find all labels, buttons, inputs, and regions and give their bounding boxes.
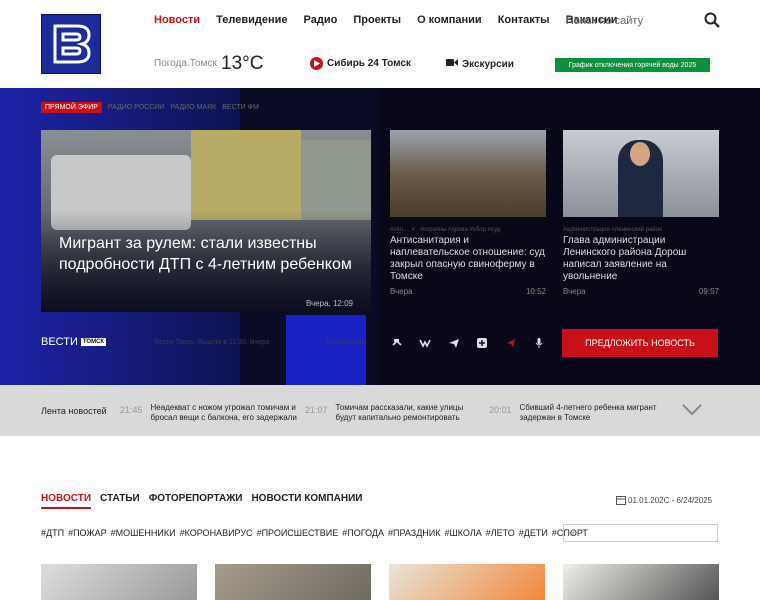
vk-icon[interactable] bbox=[419, 337, 431, 349]
ticker-item[interactable]: 20:01 Сбивший 4-летнего ребенка мигрант … bbox=[489, 403, 674, 423]
news-photo-building bbox=[301, 140, 371, 220]
hashtag-fraud[interactable]: #МОШЕННИКИ bbox=[111, 528, 176, 538]
news-date: Вчера bbox=[390, 287, 413, 296]
latest-broadcast-link[interactable]: Вести Томск. Вышли в 11:30. Вчера bbox=[154, 339, 270, 346]
vesti-label: ВЕСТИ bbox=[41, 336, 78, 348]
tab-news[interactable]: НОВОСТИ bbox=[41, 493, 92, 509]
telegram-icon[interactable] bbox=[448, 337, 460, 349]
ticker-text[interactable]: Неадекват с ножом угрожал томичам и брос… bbox=[151, 403, 300, 423]
hashtag-school[interactable]: #ШКОЛА bbox=[445, 528, 482, 538]
hashtag-holiday[interactable]: #ПРАЗДНИК bbox=[388, 528, 441, 538]
ticker-text[interactable]: Сбивший 4-летнего ребенка мигрант задерж… bbox=[520, 403, 674, 423]
news-photo-building bbox=[191, 130, 301, 220]
hero-bg-block bbox=[286, 315, 366, 385]
main-nav: Новости Телевидение Радио Проекты О комп… bbox=[154, 14, 618, 26]
hashtag-dtp[interactable]: #ДТП bbox=[41, 528, 64, 538]
tours-link[interactable]: Экскурсии bbox=[446, 58, 514, 70]
site-search-input[interactable]: Поиск по сайту bbox=[566, 15, 643, 27]
plus-icon[interactable] bbox=[476, 337, 488, 349]
live-channel-link[interactable]: Сибирь 24 Томск bbox=[310, 57, 411, 70]
news-photo bbox=[390, 130, 546, 217]
news-time: 10:52 bbox=[525, 287, 546, 296]
calendar-icon bbox=[616, 496, 626, 505]
tab-articles[interactable]: СТАТЬИ bbox=[100, 493, 140, 509]
hashtag-list: #ДТП #ПОЖАР #МОШЕННИКИ #КОРОНАВИРУС #ПРО… bbox=[41, 528, 588, 538]
live-radio-bar: ПРЯМОЙ ЭФИР РАДИО РОССИИ РАДИО МАЯК ВЕСТ… bbox=[41, 102, 259, 113]
suggest-news-button[interactable]: ПРЕДЛОЖИТЬ НОВОСТЬ bbox=[562, 329, 718, 357]
news-title[interactable]: Антисанитария и наплевательское отношени… bbox=[390, 235, 546, 283]
news-thumbnail[interactable] bbox=[389, 564, 545, 600]
news-card[interactable]: #администрация #ленинский район Глава ад… bbox=[563, 130, 719, 296]
tab-photo-reports[interactable]: ФОТОРЕПОРТАЖИ bbox=[149, 493, 243, 509]
hashtag-weather[interactable]: #ПОГОДА bbox=[342, 528, 384, 538]
video-camera-icon bbox=[446, 58, 458, 70]
news-tags: #администрация #ленинский район bbox=[563, 227, 663, 233]
vesti-logo-icon bbox=[53, 24, 91, 64]
main-news-card[interactable]: Мигрант за рулем: стали известны подробн… bbox=[41, 130, 371, 312]
weather-temperature: 13°C bbox=[221, 53, 264, 74]
tab-company-news[interactable]: НОВОСТИ КОМПАНИИ bbox=[251, 493, 362, 509]
news-thumbnail[interactable] bbox=[563, 564, 719, 600]
news-title[interactable]: Глава администрации Ленинского района До… bbox=[563, 235, 719, 283]
ticker-text[interactable]: Томичам рассказали, какие улицы будут ка… bbox=[336, 403, 480, 423]
hashtag-fire[interactable]: #ПОЖАР bbox=[68, 528, 107, 538]
news-date: Вчера bbox=[563, 287, 586, 296]
tours-label: Экскурсии bbox=[462, 58, 514, 70]
search-icon[interactable] bbox=[704, 12, 720, 28]
hot-water-schedule-button[interactable]: График отключения горячей воды 2025 bbox=[555, 58, 710, 72]
station-radio-rossii[interactable]: РАДИО РОССИИ bbox=[108, 104, 164, 111]
ticker-item[interactable]: 21:07 Томичам рассказали, какие улицы бу… bbox=[305, 403, 480, 423]
live-channel-label: Сибирь 24 Томск bbox=[327, 58, 411, 69]
main-news-title[interactable]: Мигрант за рулем: стали известны подробн… bbox=[59, 233, 359, 275]
nav-radio[interactable]: Радио bbox=[304, 14, 338, 26]
ticker-time: 21:45 bbox=[120, 405, 143, 415]
date-range-value: 01.01.202C - 6/24/2025 bbox=[628, 495, 713, 505]
ok-icon[interactable] bbox=[391, 337, 403, 349]
hashtag-incident[interactable]: #ПРОИСШЕСТВИЕ bbox=[257, 528, 339, 538]
vesti-tomsk-logo[interactable]: ВЕСТИ ТОМСК bbox=[41, 336, 107, 348]
vesti-tomsk-label: ТОМСК bbox=[80, 338, 107, 346]
nav-contacts[interactable]: Контакты bbox=[498, 14, 550, 26]
news-thumbnail[interactable] bbox=[41, 564, 197, 600]
hashtag-coronavirus[interactable]: #КОРОНАВИРУС bbox=[180, 528, 253, 538]
all-broadcasts-link[interactable]: Все выпуски bbox=[326, 339, 366, 346]
nav-about[interactable]: О компании bbox=[417, 14, 482, 26]
news-time: 09:57 bbox=[698, 287, 719, 296]
news-photo bbox=[563, 130, 719, 217]
nav-news[interactable]: Новости bbox=[154, 14, 200, 26]
news-ticker: Лента новостей 21:45 Неадекват с ножом у… bbox=[0, 385, 760, 436]
news-thumbnail[interactable] bbox=[215, 564, 371, 600]
ticker-time: 20:01 bbox=[489, 405, 512, 415]
chevron-down-icon[interactable] bbox=[682, 403, 702, 416]
news-tabs: НОВОСТИ СТАТЬИ ФОТОРЕПОРТАЖИ НОВОСТИ КОМ… bbox=[41, 493, 362, 509]
hashtag-search-input[interactable]: # bbox=[563, 524, 718, 542]
news-card[interactable]: #сёл..., #.. #корзины #дрова #сбор #суд … bbox=[390, 130, 546, 296]
ticker-label: Лента новостей bbox=[41, 406, 107, 416]
hashtag-summer[interactable]: #ЛЕТО bbox=[486, 528, 515, 538]
ticker-time: 21:07 bbox=[305, 405, 328, 415]
site-logo[interactable] bbox=[41, 14, 101, 74]
photo-face bbox=[630, 142, 650, 166]
site-header: Новости Телевидение Радио Проекты О комп… bbox=[0, 0, 760, 88]
date-range-filter[interactable]: 01.01.202C - 6/24/2025 bbox=[616, 495, 712, 505]
nav-tv[interactable]: Телевидение bbox=[216, 14, 287, 26]
main-news-time: Вчера, 12:09 bbox=[305, 299, 353, 308]
news-tags: #сёл..., #.. #корзины #дрова #сбор #суд bbox=[390, 227, 501, 233]
play-icon bbox=[310, 57, 323, 70]
live-stream-tag[interactable]: ПРЯМОЙ ЭФИР bbox=[41, 102, 102, 113]
weather-label[interactable]: Погода.Томск bbox=[154, 58, 217, 69]
station-radio-mayak[interactable]: РАДИО МАЯК bbox=[170, 104, 216, 111]
ticker-item[interactable]: 21:45 Неадекват с ножом угрожал томичам … bbox=[120, 403, 300, 423]
hashtag-children[interactable]: #ДЕТИ bbox=[519, 528, 548, 538]
nav-projects[interactable]: Проекты bbox=[353, 14, 401, 26]
microphone-icon[interactable] bbox=[533, 337, 545, 349]
station-vesti-fm[interactable]: ВЕСТИ ФМ bbox=[222, 104, 259, 111]
share-icon[interactable] bbox=[505, 337, 517, 349]
